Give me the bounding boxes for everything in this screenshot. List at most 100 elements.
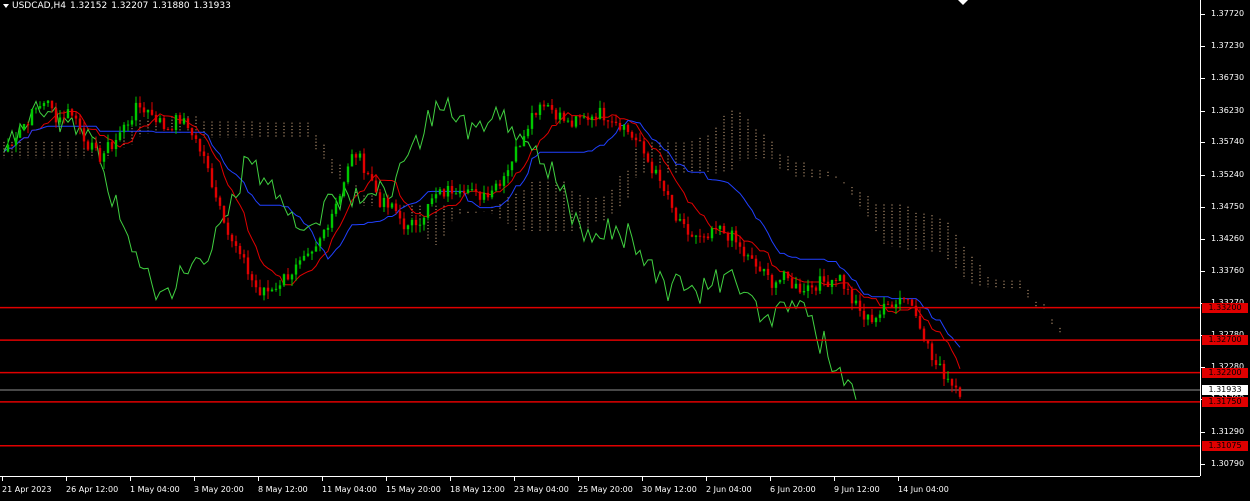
candle-body: [894, 304, 898, 308]
candle-body: [938, 363, 942, 365]
candle-body: [234, 241, 238, 246]
price-tick: [1201, 13, 1205, 15]
candle-body: [770, 275, 774, 288]
candle-body: [494, 183, 498, 191]
candle-body: [862, 310, 866, 320]
menu-triangle-icon[interactable]: [3, 3, 9, 8]
candle-body: [778, 279, 782, 283]
time-tick: [450, 477, 451, 481]
candle-body: [578, 116, 582, 118]
candle-body: [718, 225, 722, 230]
candle-body: [722, 225, 726, 234]
candle-body: [34, 108, 38, 110]
candle-body: [214, 187, 218, 198]
candle-body: [794, 283, 798, 289]
candle-body: [470, 189, 474, 191]
ohlc-low: 1.31880: [152, 1, 190, 11]
candle-body: [686, 224, 690, 235]
candle-body: [902, 297, 906, 300]
candle-body: [518, 146, 522, 148]
candle-body: [898, 297, 902, 305]
candle-body: [714, 227, 718, 230]
horizontal-levels[interactable]: [0, 306, 1200, 447]
candle-body: [882, 303, 886, 315]
candle-body: [842, 275, 846, 289]
candle-body: [526, 128, 530, 137]
candle-body: [558, 112, 562, 120]
candle-body: [698, 235, 702, 237]
candle-body: [878, 314, 882, 318]
price-axis[interactable]: 1.37720 1.37230 1.36730 1.36230 1.35740 1.352…: [1200, 0, 1250, 476]
candle-body: [326, 227, 330, 230]
candle-body: [642, 141, 646, 154]
price-label: 1.34750: [1211, 201, 1245, 211]
time-tick: [66, 477, 67, 481]
candle-body: [762, 268, 766, 272]
candle-body: [918, 316, 922, 329]
candle-body: [370, 174, 374, 181]
chart-shift-marker-icon[interactable]: [958, 0, 968, 5]
candle-body: [358, 153, 362, 158]
time-label: 18 May 12:00: [450, 485, 505, 494]
candle-body: [554, 109, 558, 120]
candle-body: [198, 138, 202, 152]
candle-body: [22, 124, 26, 130]
candle-body: [230, 234, 234, 242]
candle-body: [890, 304, 894, 308]
candle-body: [194, 135, 198, 139]
time-label: 6 Jun 20:00: [770, 485, 816, 494]
candle-body: [586, 116, 590, 120]
candle-body: [270, 289, 274, 292]
candle-body: [182, 118, 186, 124]
candle-body: [18, 129, 22, 138]
candle-body: [886, 303, 890, 305]
candle-body: [390, 203, 394, 208]
candle-body: [118, 132, 122, 140]
candle-body: [210, 168, 214, 188]
candle-body: [258, 287, 262, 296]
time-label: 8 May 12:00: [258, 485, 308, 494]
time-tick: [898, 477, 899, 481]
candle-body: [602, 107, 606, 121]
candle-body: [594, 116, 598, 119]
price-label: 1.34260: [1211, 233, 1245, 243]
candle-body: [206, 156, 210, 169]
candle-body: [318, 238, 322, 247]
time-label: 15 May 20:00: [386, 485, 441, 494]
candle-body: [538, 104, 542, 115]
candle-body: [394, 203, 398, 211]
price-chart[interactable]: [0, 0, 1200, 476]
candle-body: [130, 120, 134, 125]
candle-body: [478, 191, 482, 200]
candle-body: [294, 264, 298, 275]
candle-body: [690, 234, 694, 237]
candle-body: [646, 153, 650, 162]
candle-body: [30, 109, 34, 126]
price-tick: [1201, 142, 1205, 144]
candle-body: [50, 100, 54, 109]
candle-body: [710, 227, 714, 239]
candle-body: [638, 140, 642, 142]
candle-body: [286, 274, 290, 280]
candle-body: [122, 124, 126, 133]
candle-body: [926, 340, 930, 344]
candle-body: [354, 154, 358, 158]
candle-body: [814, 287, 818, 291]
candle-body: [406, 225, 410, 230]
candle-body: [562, 112, 566, 121]
time-label: 14 Jun 04:00: [898, 485, 949, 494]
candle-body: [598, 107, 602, 119]
candle-body: [506, 170, 510, 177]
candle-body: [474, 189, 478, 192]
candle-body: [334, 203, 338, 214]
candle-body: [246, 257, 250, 275]
candle-body: [958, 387, 962, 397]
chart-area[interactable]: USDCAD,H4 1.32152 1.32207 1.31880 1.31933: [0, 0, 1200, 476]
candle-body: [950, 378, 954, 386]
time-axis[interactable]: 21 Apr 2023 26 Apr 12:00 1 May 04:00 3 May …: [0, 476, 1200, 501]
candle-body: [138, 102, 142, 108]
price-tick: [1201, 206, 1205, 208]
price-tick: [1201, 271, 1205, 273]
time-label: 9 Jun 12:00: [834, 485, 880, 494]
candle-body: [922, 328, 926, 341]
